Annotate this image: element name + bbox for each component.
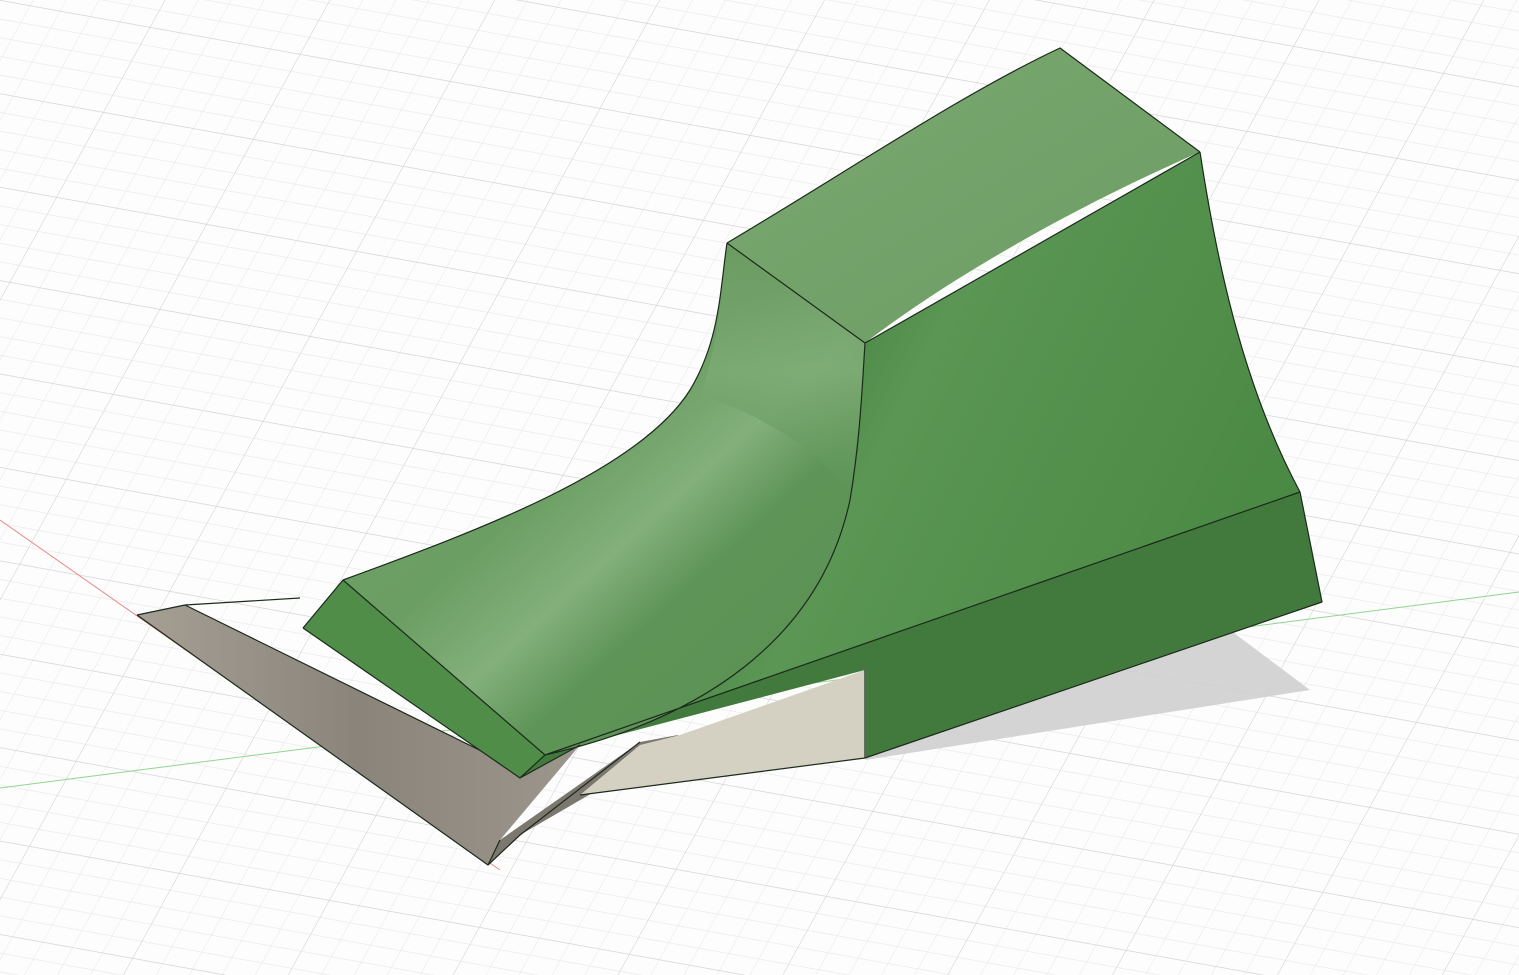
scene-canvas[interactable]	[0, 0, 1519, 975]
3d-viewport[interactable]	[0, 0, 1519, 975]
